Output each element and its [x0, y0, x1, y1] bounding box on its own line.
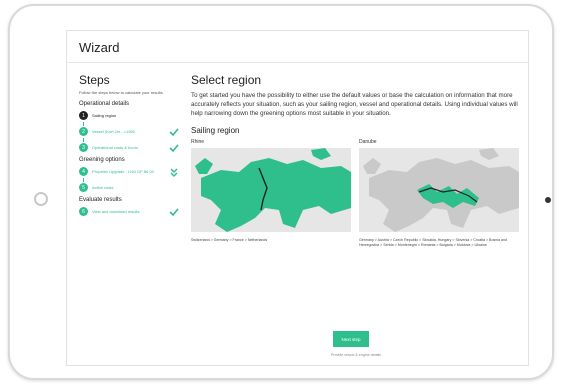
region-name: Danube	[359, 139, 377, 145]
step-number: 6	[79, 207, 88, 216]
home-button[interactable]	[34, 192, 48, 206]
steps-sidebar: Steps Follow the steps below to calculat…	[79, 73, 179, 218]
step-sailing-region[interactable]: 1 Sailing region	[79, 110, 179, 121]
step-view-results[interactable]: 6 View and download results	[79, 206, 179, 217]
next-step-hint: Provide vessel & engine details	[331, 353, 381, 357]
page-description: To get started you have the possibility …	[191, 92, 518, 117]
check-icon	[169, 143, 179, 152]
step-active-costs[interactable]: 5 Active costs	[79, 182, 179, 193]
step-number: 4	[79, 167, 88, 176]
step-label: Sailing region	[92, 113, 117, 118]
steps-hint: Follow the steps below to calculate your…	[79, 90, 164, 95]
step-vessel[interactable]: 2 Vessel (Kort 2m - >1500	[79, 126, 179, 137]
step-label: Active costs	[92, 185, 114, 190]
double-chevron-down-icon	[170, 168, 178, 177]
region-name: Rhine	[191, 139, 205, 145]
camera-icon	[545, 197, 551, 203]
region-countries: Germany > Austria > Czech Republic > Slo…	[359, 238, 508, 247]
app-title: Wizard	[67, 31, 528, 63]
group-title-evaluate: Evaluate results	[79, 197, 122, 203]
step-label: Propeller Upgrade - LNG DF 86.00	[92, 169, 154, 174]
region-option-rhine[interactable]: Rhine Switzerland > Germany > France > N…	[191, 139, 351, 248]
region-option-danube[interactable]: Danube Germany > Austria > Czech Republi…	[359, 139, 519, 248]
rhine-map[interactable]	[191, 148, 351, 232]
group-title-operational: Operational details	[79, 101, 130, 107]
region-options: Rhine Switzerland > Germany > France > N…	[191, 139, 521, 248]
europe-map-rhine	[191, 148, 351, 232]
check-icon	[169, 127, 179, 136]
step-operational-costs[interactable]: 3 Operational costs & hours	[79, 142, 179, 153]
next-step-button[interactable]: Next step	[333, 331, 369, 347]
app-screen: Wizard Steps Follow the steps below to c…	[66, 30, 529, 366]
group-title-greening: Greening options	[79, 157, 125, 163]
step-number: 3	[79, 143, 88, 152]
step-label: Vessel (Kort 2m - >1500	[92, 129, 136, 134]
step-number: 5	[79, 183, 88, 192]
check-icon	[169, 207, 179, 216]
danube-map[interactable]	[359, 148, 519, 232]
step-propeller-upgrade[interactable]: 4 Propeller Upgrade - LNG DF 86.00	[79, 166, 179, 177]
step-number: 1	[79, 111, 88, 120]
step-label: View and download results	[92, 209, 140, 214]
steps-title: Steps	[79, 73, 110, 87]
main-content: Select region To get started you have th…	[191, 73, 521, 357]
step-label: Operational costs & hours	[92, 145, 139, 150]
section-title: Sailing region	[191, 126, 240, 135]
page-title: Select region	[191, 73, 262, 87]
tablet-frame: Wizard Steps Follow the steps below to c…	[8, 4, 554, 380]
europe-map-danube	[359, 148, 519, 232]
step-number: 2	[79, 127, 88, 136]
region-countries: Switzerland > Germany > France > Netherl…	[191, 238, 268, 242]
